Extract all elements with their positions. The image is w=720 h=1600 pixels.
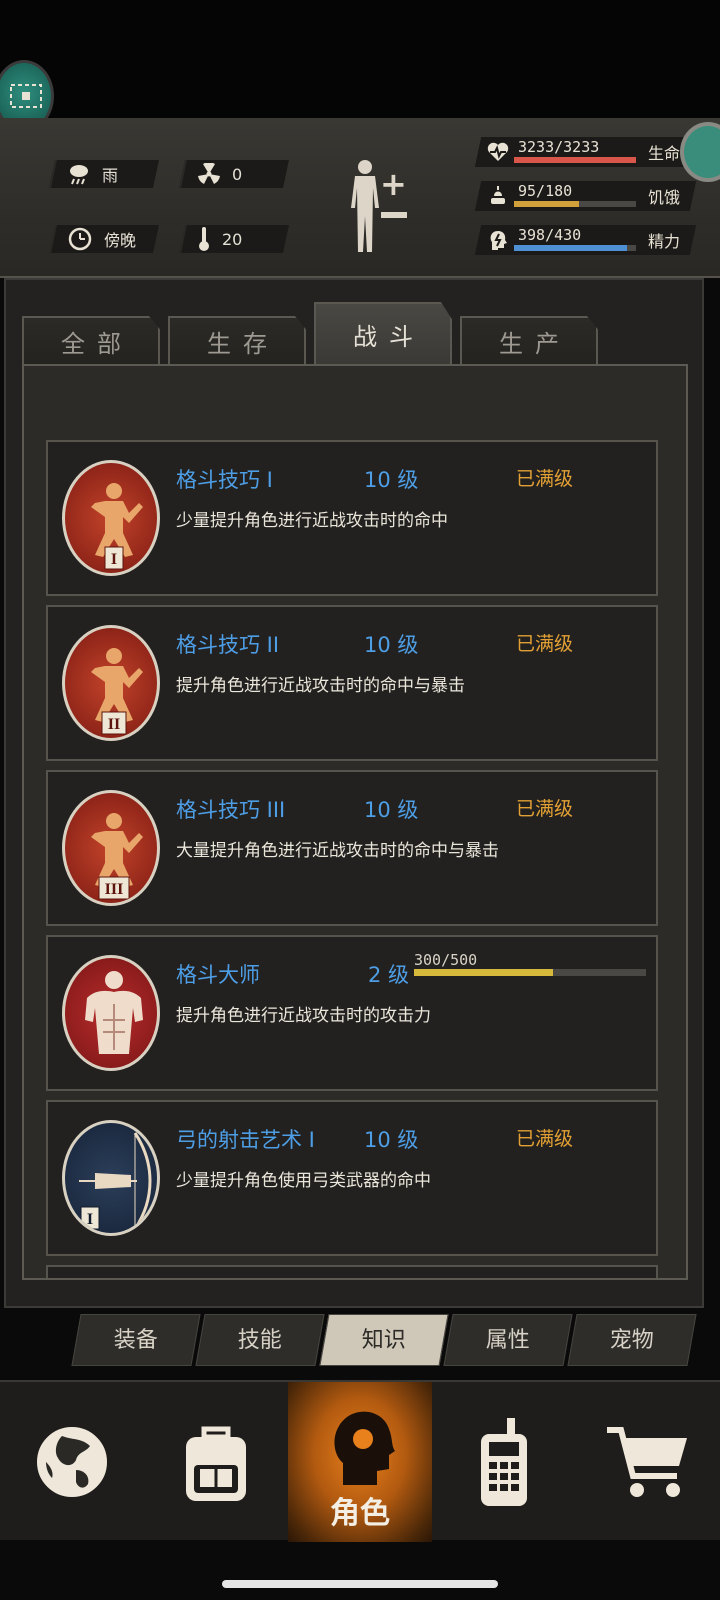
thermometer-icon [199,227,209,251]
subtab-label: 宠物 [609,1328,654,1353]
skill-title: 弓的射击艺术 I [176,1128,315,1152]
tab-combat[interactable]: 战斗 [314,302,452,364]
subtab-knowledge[interactable]: 知识 [319,1314,449,1366]
skill-description: 提升角色进行近战攻击时的命中与暴击 [176,676,465,696]
zoom-out-button[interactable] [381,212,407,218]
skill-progress-text: 300/500 [414,951,478,969]
skill-level: 10 级 [364,798,419,822]
skill-description: 少量提升角色使用弓类武器的命中 [176,1171,431,1191]
temperature-value: 20 [222,229,243,249]
character-head-icon [334,1411,395,1485]
energy-head-icon [490,231,507,250]
skill-title: 格斗技巧 III [176,798,286,822]
hunger-bar [514,201,636,207]
sub-navigation: 装备 技能 知识 属性 宠物 [71,1314,697,1366]
skill-card[interactable]: I 弓的射击艺术 I 10 级 已满级 少量提升角色使用弓类武器的命中 [46,1100,658,1256]
subtab-equipment[interactable]: 装备 [71,1314,201,1366]
skill-level: 10 级 [364,633,419,657]
body-figure-icon[interactable] [345,158,385,254]
tab-all[interactable]: 全部 [22,316,160,364]
skill-level: 10 级 [364,1128,419,1152]
svg-text:I: I [111,551,117,568]
subtab-pets[interactable]: 宠物 [567,1314,697,1366]
skill-title: 格斗技巧 II [176,633,280,657]
vital-life: 3233/3233 生命 [474,137,697,167]
svg-text:III: III [105,881,124,898]
map-icon [10,84,42,108]
vital-hunger: 95/180 饥饿 [474,181,697,211]
energy-value: 398/430 [518,226,582,244]
life-value: 3233/3233 [518,138,600,156]
fighter-stance-icon: III [62,790,160,906]
skill-max-status: 已满级 [516,1128,574,1150]
fighter-stance-icon: I [62,460,160,576]
globe-icon [35,1425,109,1499]
skill-progress-bar [414,969,646,976]
skill-level: 10 级 [364,468,419,492]
svg-text:II: II [108,716,120,733]
nav-world-button[interactable] [0,1382,144,1542]
hunger-label: 饥饿 [648,188,681,207]
vital-energy: 398/430 精力 [474,225,697,255]
heart-pulse-icon [487,142,509,161]
skill-card[interactable]: I 格斗技巧 I 10 级 已满级 少量提升角色进行近战攻击时的命中 [46,440,658,596]
radiation-value: 0 [232,164,243,184]
tab-production[interactable]: 生产 [460,316,598,364]
nav-character-button[interactable]: 角色 [288,1382,432,1542]
skill-title: 格斗大师 [176,963,260,987]
radiation-icon [198,163,220,184]
temperature-chip: 20 [179,225,289,253]
life-label: 生命 [648,144,681,163]
skill-max-status: 已满级 [516,798,574,820]
skill-card[interactable]: III 格斗技巧 III 10 级 已满级 大量提升角色进行近战攻击时的命中与暴… [46,770,658,926]
home-indicator[interactable] [222,1580,498,1588]
cart-icon [607,1427,687,1497]
fighter-stance-icon: II [62,625,160,741]
nav-backpack-button[interactable] [144,1382,288,1542]
archer-icon: I [62,1120,160,1236]
skill-max-status: 已满级 [516,468,574,490]
subtab-skills[interactable]: 技能 [195,1314,325,1366]
top-bar [0,0,720,118]
time-chip: 傍晚 [49,225,159,253]
skill-description: 少量提升角色进行近战攻击时的命中 [176,511,448,531]
skill-max-status: 已满级 [516,633,574,655]
svg-text:I: I [87,1211,93,1228]
subtab-label: 属性 [485,1328,530,1353]
skill-level: 2 级 [368,963,410,987]
backpack-icon [186,1426,246,1501]
skill-title: 格斗技巧 I [176,468,273,492]
tab-survival[interactable]: 生存 [168,316,306,364]
skill-list[interactable]: I 格斗技巧 I 10 级 已满级 少量提升角色进行近战攻击时的命中 II 格斗… [22,364,688,1280]
zoom-in-button[interactable]: + [380,165,407,203]
subtab-label: 技能 [237,1328,282,1353]
subtab-label: 知识 [361,1328,406,1353]
subtab-label: 装备 [113,1328,158,1353]
clock-icon [68,227,92,251]
radiation-chip: 0 [179,160,289,188]
skill-card[interactable] [46,1265,658,1278]
life-bar [514,157,636,163]
muscle-torso-icon [62,955,160,1071]
skill-description: 提升角色进行近战攻击时的攻击力 [176,1006,431,1026]
skill-card[interactable]: 格斗大师 2 级 300/500 提升角色进行近战攻击时的攻击力 [46,935,658,1091]
radio-icon [481,1418,527,1506]
skill-description: 大量提升角色进行近战攻击时的命中与暴击 [176,841,499,861]
time-of-day-text: 傍晚 [104,231,137,250]
weather-text: 雨 [102,166,119,185]
subtab-attributes[interactable]: 属性 [443,1314,573,1366]
energy-bar [514,245,636,251]
weather-chip: 雨 [49,160,159,188]
hunger-value: 95/180 [518,182,573,200]
skill-card[interactable]: II 格斗技巧 II 10 级 已满级 提升角色进行近战攻击时的命中与暴击 [46,605,658,761]
energy-label: 精力 [648,232,681,251]
nav-character-label: 角色 [330,1496,390,1531]
food-icon [491,186,505,204]
bottom-navigation: 角色 [0,1380,720,1542]
nav-radio-button[interactable] [432,1382,576,1542]
rain-cloud-icon [70,165,88,185]
nav-shop-button[interactable] [576,1382,720,1542]
